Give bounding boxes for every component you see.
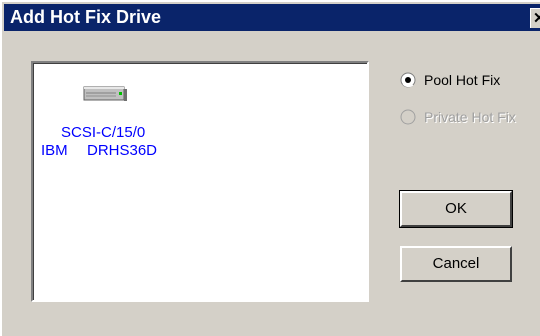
drive-list-panel[interactable]: SCSI-C/15/0 IBM DRHS36D bbox=[31, 61, 369, 302]
pool-hot-fix-label: Pool Hot Fix bbox=[424, 72, 501, 88]
cancel-button-label: Cancel bbox=[432, 255, 480, 272]
private-hot-fix-label: Private Hot Fix bbox=[424, 109, 516, 125]
ok-button[interactable]: OK bbox=[399, 190, 513, 228]
drive-model: DRHS36D bbox=[87, 142, 158, 159]
window-title: Add Hot Fix Drive bbox=[10, 7, 162, 27]
drive-name: SCSI-C/15/0 bbox=[61, 124, 146, 141]
hard-drive-icon bbox=[83, 86, 127, 101]
cancel-button[interactable]: Cancel bbox=[400, 246, 512, 282]
radio-disabled-icon bbox=[400, 109, 416, 125]
radio-selected-icon bbox=[400, 72, 416, 88]
add-hot-fix-drive-dialog: Add Hot Fix Drive ✕ SCSI-C/15/0 IBM DRHS… bbox=[0, 0, 540, 336]
drive-item[interactable]: SCSI-C/15/0 IBM DRHS36D bbox=[41, 77, 247, 187]
close-button[interactable]: ✕ bbox=[530, 8, 540, 28]
close-icon: ✕ bbox=[533, 9, 540, 28]
ok-button-label: OK bbox=[445, 200, 467, 217]
drive-vendor: IBM bbox=[41, 142, 68, 159]
title-bar[interactable]: Add Hot Fix Drive ✕ bbox=[4, 4, 540, 31]
